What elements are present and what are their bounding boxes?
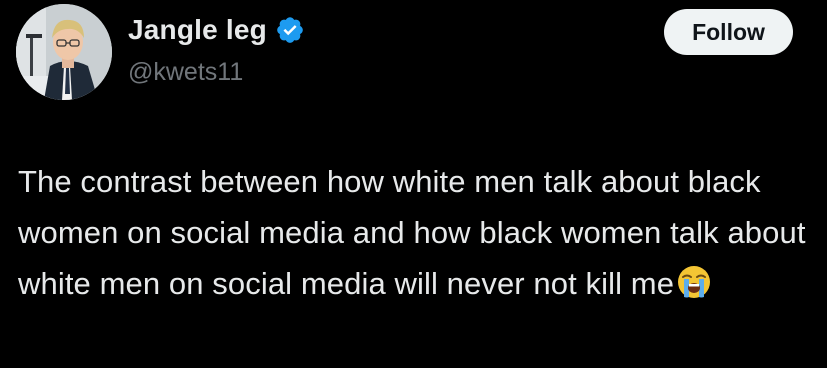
verified-badge-icon <box>275 15 305 45</box>
tweet-card: Jangle leg @kwets11 Follow The contrast … <box>0 0 827 368</box>
display-name[interactable]: Jangle leg <box>128 14 267 46</box>
name-row: Jangle leg <box>128 14 305 46</box>
avatar[interactable] <box>16 4 112 100</box>
follow-button[interactable]: Follow <box>664 9 793 55</box>
tweet-text: The contrast between how white men talk … <box>18 156 818 309</box>
profile-photo-icon <box>16 4 112 100</box>
user-handle[interactable]: @kwets11 <box>128 58 243 87</box>
loudly-crying-face-icon <box>676 264 712 300</box>
